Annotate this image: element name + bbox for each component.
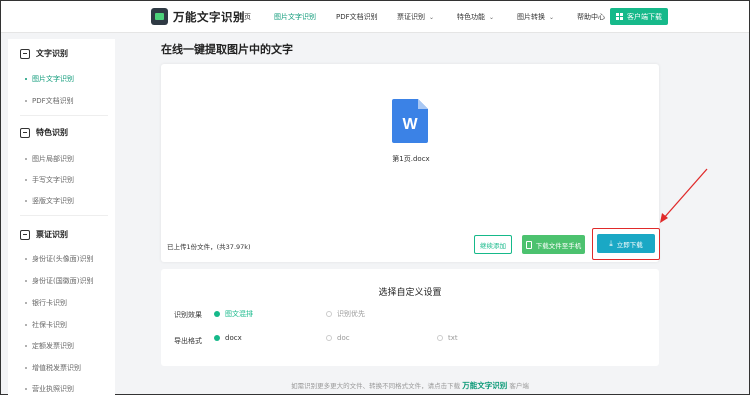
- upload-info: 已上传1份文件，(共37.97k): [167, 243, 251, 251]
- file-name: 第1页.docx: [392, 155, 430, 163]
- nav-home[interactable]: 首页: [237, 12, 251, 22]
- effect-label: 识别效果: [174, 311, 202, 319]
- nav-pdf-ocr[interactable]: PDF文档识别: [336, 12, 378, 22]
- footer-text: 如需识别更多更大的文件、转换不同格式文件，请点击下载: [291, 382, 461, 390]
- sidebar-item-label: 手写文字识别: [32, 176, 74, 184]
- sidebar-item-label: 定额发票识别: [32, 342, 74, 350]
- windows-icon: [616, 13, 623, 20]
- chevron-down-icon: ⌄: [549, 14, 555, 21]
- sidebar-item-bank-card[interactable]: 银行卡识别: [25, 298, 67, 308]
- sidebar-item-vertical-ocr[interactable]: 竖版文字识别: [25, 196, 74, 206]
- client-download-label: 客户端下载: [627, 12, 662, 21]
- nav-ticket-label: 票证识别: [397, 13, 425, 21]
- radio-label: doc: [337, 334, 350, 342]
- radio-label: 识别优先: [337, 310, 365, 318]
- sidebar-item-social-card[interactable]: 社保卡识别: [25, 320, 67, 330]
- nav-convert-label: 图片转换: [517, 13, 545, 21]
- format-option-txt[interactable]: txt: [437, 334, 458, 342]
- ticket-scan-icon: [20, 229, 30, 240]
- sidebar-item-label: 银行卡识别: [32, 299, 67, 307]
- nav-features[interactable]: 特色功能 ⌄: [457, 12, 494, 22]
- sidebar-item-business-license[interactable]: 营业执照识别: [25, 384, 74, 394]
- app-name: 万能文字识别: [173, 9, 245, 24]
- sidebar-section-ticket: 票证识别: [20, 229, 68, 240]
- sidebar: 文字识别 图片文字识别 PDF文档识别 特色识别 图片局部识别 手写文字识别 竖…: [8, 39, 115, 395]
- sidebar-item-handwriting-ocr[interactable]: 手写文字识别: [25, 175, 74, 185]
- effect-option-mixed[interactable]: 图文混排: [214, 309, 253, 319]
- sidebar-item-label: 身份证(头像面)识别: [32, 255, 94, 263]
- chevron-down-icon: ⌄: [489, 14, 495, 21]
- sidebar-section-text: 文字识别: [20, 48, 68, 59]
- top-header: 万能文字识别 首页 图片文字识别 PDF文档识别 票证识别 ⌄ 特色功能 ⌄ 图片转…: [1, 1, 749, 33]
- sidebar-section-label: 文字识别: [36, 49, 68, 58]
- sidebar-item-label: 图片文字识别: [32, 75, 74, 83]
- chevron-down-icon: ⌄: [429, 14, 435, 21]
- sidebar-item-idcard-back[interactable]: 身份证(国徽面)识别: [25, 276, 93, 286]
- download-icon: ⤓: [609, 238, 613, 248]
- download-to-phone-button[interactable]: 下载文件至手机: [522, 235, 585, 254]
- effect-option-priority[interactable]: 识别优先: [326, 309, 365, 319]
- sidebar-item-label: 图片局部识别: [32, 155, 74, 163]
- continue-add-button[interactable]: 继续添加: [474, 235, 512, 254]
- format-label: 导出格式: [174, 337, 202, 345]
- nav-ticket-ocr[interactable]: 票证识别 ⌄: [397, 12, 434, 22]
- sidebar-item-quota-invoice[interactable]: 定额发票识别: [25, 341, 74, 351]
- sidebar-item-label: PDF文档识别: [32, 97, 74, 105]
- sidebar-section-feature: 特色识别: [20, 127, 68, 138]
- logo-icon: [151, 8, 168, 25]
- footer-text-end: 客户端: [509, 382, 529, 390]
- radio-label: docx: [225, 334, 242, 342]
- sidebar-item-label: 身份证(国徽面)识别: [32, 277, 94, 285]
- format-option-doc[interactable]: doc: [326, 334, 350, 342]
- sidebar-section-label: 特色识别: [36, 128, 68, 137]
- sidebar-item-partial-ocr[interactable]: 图片局部识别: [25, 154, 74, 164]
- format-option-docx[interactable]: docx: [214, 334, 242, 342]
- radio-label: 图文混排: [225, 310, 253, 318]
- feature-scan-icon: [20, 127, 30, 138]
- sidebar-item-pdf-ocr[interactable]: PDF文档识别: [25, 96, 74, 106]
- download-now-label: 立即下载: [616, 240, 643, 249]
- page-title: 在线一键提取图片中的文字: [161, 43, 293, 56]
- sidebar-item-idcard-front[interactable]: 身份证(头像面)识别: [25, 254, 93, 264]
- sidebar-item-image-ocr[interactable]: 图片文字识别: [25, 74, 74, 84]
- text-scan-icon: [20, 48, 30, 59]
- download-now-button[interactable]: ⤓ 立即下载: [597, 234, 655, 253]
- radio-label: txt: [448, 334, 458, 342]
- download-to-phone-label: 下载文件至手机: [535, 241, 582, 250]
- sidebar-item-label: 营业执照识别: [32, 385, 74, 393]
- nav-features-label: 特色功能: [457, 13, 485, 21]
- sidebar-item-label: 社保卡识别: [32, 321, 67, 329]
- sidebar-item-label: 竖版文字识别: [32, 197, 74, 205]
- nav-image-ocr[interactable]: 图片文字识别: [274, 12, 316, 22]
- settings-title: 选择自定义设置: [378, 288, 442, 298]
- divider: [20, 215, 108, 216]
- divider: [20, 115, 108, 116]
- app-logo[interactable]: 万能文字识别: [151, 8, 245, 25]
- phone-icon: [525, 240, 532, 249]
- sidebar-item-vat-invoice[interactable]: 增值税发票识别: [25, 363, 81, 373]
- footer-brand-link[interactable]: 万能文字识别: [462, 381, 507, 390]
- client-download-button[interactable]: 客户端下载: [610, 8, 668, 25]
- sidebar-item-label: 增值税发票识别: [32, 364, 81, 372]
- footer-note: 如需识别更多更大的文件、转换不同格式文件，请点击下载 万能文字识别 客户端: [161, 380, 659, 391]
- file-icon-letter: W: [402, 116, 418, 133]
- word-file-icon[interactable]: W: [392, 99, 428, 143]
- nav-image-convert[interactable]: 图片转换 ⌄: [517, 12, 554, 22]
- nav-help[interactable]: 帮助中心: [577, 12, 605, 22]
- sidebar-section-label: 票证识别: [36, 230, 68, 239]
